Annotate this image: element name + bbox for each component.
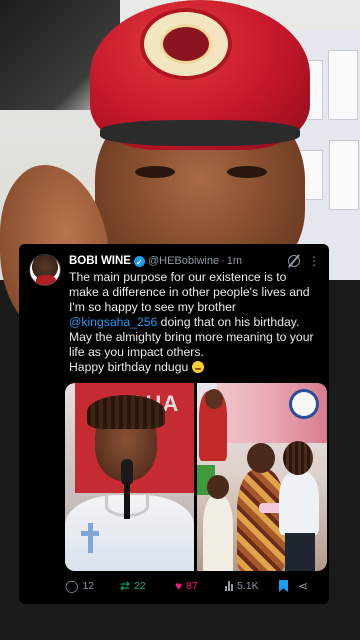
retweet-button[interactable]: ⇄ 22 bbox=[120, 580, 175, 592]
young-man-pants bbox=[285, 533, 315, 571]
tweet-media[interactable]: SAHA bbox=[65, 383, 327, 571]
microphone-icon bbox=[121, 459, 133, 485]
right-eye bbox=[227, 166, 267, 178]
tweet-time[interactable]: 1m bbox=[227, 254, 242, 268]
child-figure bbox=[203, 495, 233, 571]
tweet-card[interactable]: BOBI WINE @HEBobiwine · 1m ⋮ The main pu… bbox=[19, 244, 329, 604]
mention-link[interactable]: @kingsaha_256 bbox=[69, 315, 157, 329]
like-button[interactable]: ♥ 87 bbox=[175, 580, 225, 592]
views-button[interactable]: 5.1K bbox=[225, 580, 271, 592]
tweet-text-line: The main purpose for our existence is to… bbox=[69, 270, 310, 314]
person-red-shirt bbox=[199, 389, 227, 461]
young-man-shirt bbox=[279, 471, 319, 535]
author-row: BOBI WINE @HEBobiwine · 1m ⋮ bbox=[69, 254, 320, 270]
views-count: 5.1K bbox=[237, 580, 259, 592]
cross-print-icon bbox=[81, 523, 99, 553]
like-count: 87 bbox=[186, 580, 198, 592]
reply-count: 12 bbox=[82, 580, 95, 592]
notice-paper bbox=[329, 140, 359, 210]
reply-button[interactable]: ◯ 12 bbox=[65, 580, 120, 592]
banner-logo bbox=[289, 389, 319, 419]
grok-icon[interactable] bbox=[288, 255, 300, 267]
author-avatar[interactable] bbox=[29, 254, 61, 286]
separator-dot: · bbox=[221, 255, 225, 267]
tweet-actions: ◯ 12 ⇄ 22 ♥ 87 5.1K ⋖ bbox=[65, 579, 327, 593]
beret-badge-icon bbox=[140, 8, 232, 80]
tweet-text-line: May the almighty bring more meaning to y… bbox=[69, 330, 314, 359]
microphone-handle bbox=[124, 483, 130, 519]
tweet-body: BOBI WINE @HEBobiwine · 1m ⋮ The main pu… bbox=[69, 254, 320, 375]
bookmark-icon[interactable] bbox=[279, 580, 288, 592]
author-name[interactable]: BOBI WINE bbox=[69, 254, 131, 268]
beret-rim bbox=[100, 120, 300, 146]
badge-emblem bbox=[160, 24, 212, 64]
child-head bbox=[207, 475, 229, 499]
reply-icon: ◯ bbox=[65, 579, 79, 593]
tweet-text-line: doing that on his birthday. bbox=[157, 315, 300, 329]
avatar-shirt bbox=[36, 275, 56, 285]
smile-emoji-icon bbox=[191, 361, 204, 373]
header-actions: ⋮ bbox=[288, 254, 320, 268]
singer-hair bbox=[87, 395, 165, 429]
woman-head bbox=[247, 443, 275, 473]
more-icon[interactable]: ⋮ bbox=[308, 254, 320, 268]
retweet-icon: ⇄ bbox=[120, 579, 131, 593]
tweet-header: BOBI WINE @HEBobiwine · 1m ⋮ The main pu… bbox=[29, 254, 320, 375]
views-icon bbox=[225, 581, 233, 591]
left-eye bbox=[135, 166, 175, 178]
young-man-head bbox=[283, 441, 313, 475]
woman-dress bbox=[237, 469, 285, 571]
share-icon[interactable]: ⋖ bbox=[298, 579, 308, 593]
tweet-text: The main purpose for our existence is to… bbox=[69, 270, 319, 375]
notice-paper bbox=[328, 50, 358, 120]
tweet-text-line: Happy birthday ndugu bbox=[69, 360, 189, 374]
person-head bbox=[205, 389, 223, 409]
author-handle[interactable]: @HEBobiwine bbox=[148, 254, 219, 268]
media-photo-event[interactable] bbox=[197, 383, 327, 571]
verified-badge-icon bbox=[133, 255, 145, 270]
heart-icon: ♥ bbox=[175, 579, 183, 593]
media-photo-singer[interactable]: SAHA bbox=[65, 383, 194, 571]
retweet-count: 22 bbox=[134, 580, 146, 592]
